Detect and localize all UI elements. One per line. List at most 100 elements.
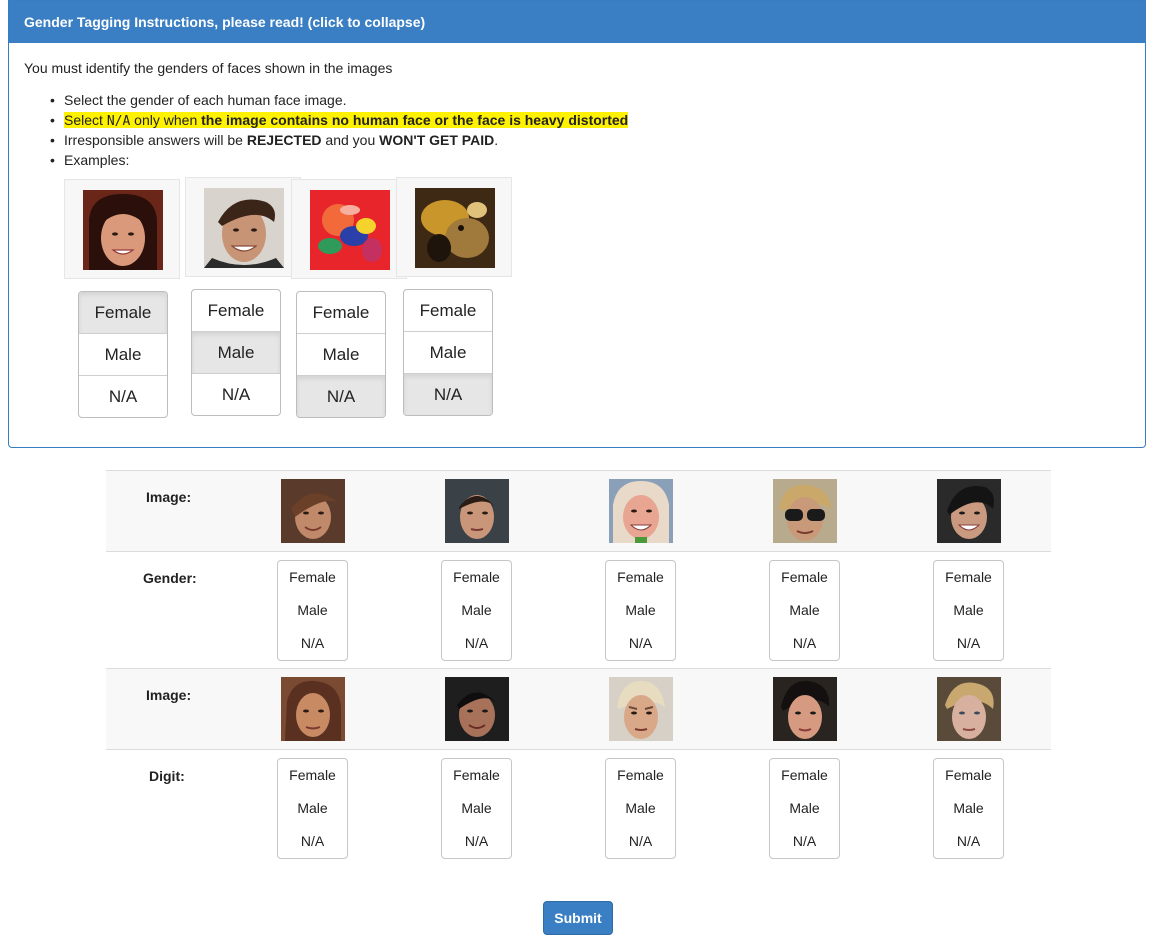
example-3-choices: Female Male N/A — [296, 291, 386, 418]
face-photo-man-smiling — [204, 188, 284, 268]
gender-5-female[interactable]: Female — [934, 561, 1003, 594]
warning-text-e: . — [494, 132, 499, 148]
digit-4-female[interactable]: Female — [770, 759, 839, 792]
example-image-3 — [291, 179, 407, 279]
gender-3-female[interactable]: Female — [606, 561, 675, 594]
digit-5-male[interactable]: Male — [934, 792, 1003, 825]
digit-4-male[interactable]: Male — [770, 792, 839, 825]
digit-3-female[interactable]: Female — [606, 759, 675, 792]
na-code: N/A — [106, 114, 131, 129]
example-4-na[interactable]: N/A — [404, 374, 492, 415]
example-image-4 — [396, 177, 512, 277]
image-row-1 — [106, 470, 1051, 552]
digit-5-na[interactable]: N/A — [934, 825, 1003, 858]
face-thumbnail-4-sunglasses — [773, 479, 837, 543]
gender-1-male[interactable]: Male — [278, 594, 347, 627]
row-label-gender: Gender: — [143, 570, 197, 586]
example-3-na[interactable]: N/A — [297, 376, 385, 417]
example-1-male[interactable]: Male — [79, 334, 167, 376]
instructions-header[interactable]: Gender Tagging Instructions, please read… — [9, 1, 1145, 43]
row-label-digit: Digit: — [149, 768, 185, 784]
digit-1-na[interactable]: N/A — [278, 825, 347, 858]
face-thumbnail-3 — [609, 479, 673, 543]
warning-text-a: Irresponsible answers will be — [64, 132, 247, 148]
digit-choices-3: Female Male N/A — [605, 758, 676, 859]
gender-4-na[interactable]: N/A — [770, 627, 839, 660]
digit-1-female[interactable]: Female — [278, 759, 347, 792]
example-image-2 — [185, 177, 301, 277]
na-rule-text-a: Select — [64, 112, 107, 128]
example-4-choices: Female Male N/A — [403, 289, 493, 416]
example-image-1 — [64, 179, 180, 279]
gender-3-na[interactable]: N/A — [606, 627, 675, 660]
face-thumbnail-9 — [773, 677, 837, 741]
example-1-female[interactable]: Female — [79, 292, 167, 334]
gender-choices-2: Female Male N/A — [441, 560, 512, 661]
instructions-list: Select the gender of each human face ima… — [50, 90, 629, 170]
digit-1-male[interactable]: Male — [278, 792, 347, 825]
digit-3-male[interactable]: Male — [606, 792, 675, 825]
distorted-image-colorful — [310, 190, 390, 270]
digit-5-female[interactable]: Female — [934, 759, 1003, 792]
gender-2-na[interactable]: N/A — [442, 627, 511, 660]
gender-4-male[interactable]: Male — [770, 594, 839, 627]
digit-2-na[interactable]: N/A — [442, 825, 511, 858]
digit-2-male[interactable]: Male — [442, 792, 511, 825]
gender-1-female[interactable]: Female — [278, 561, 347, 594]
instructions-panel: Gender Tagging Instructions, please read… — [8, 0, 1146, 448]
gender-1-na[interactable]: N/A — [278, 627, 347, 660]
na-rule-text-c: the image contains no human face or the … — [201, 112, 629, 128]
face-thumbnail-1 — [281, 479, 345, 543]
warning-wont-get-paid: WON'T GET PAID — [379, 132, 495, 148]
example-1-na[interactable]: N/A — [79, 376, 167, 417]
example-2-na[interactable]: N/A — [192, 374, 280, 415]
instructions-intro: You must identify the genders of faces s… — [24, 60, 393, 76]
gender-4-female[interactable]: Female — [770, 561, 839, 594]
gender-5-male[interactable]: Male — [934, 594, 1003, 627]
example-2-male[interactable]: Male — [192, 332, 280, 374]
gender-choices-3: Female Male N/A — [605, 560, 676, 661]
face-thumbnail-6 — [281, 677, 345, 741]
face-thumbnail-10 — [937, 677, 1001, 741]
example-2-choices: Female Male N/A — [191, 289, 281, 416]
digit-choices-2: Female Male N/A — [441, 758, 512, 859]
gender-choices-4: Female Male N/A — [769, 560, 840, 661]
bullet-select-gender: Select the gender of each human face ima… — [50, 90, 628, 110]
warning-text-c: and you — [321, 132, 380, 148]
image-row-2 — [106, 668, 1051, 750]
na-rule-highlight: Select N/A only when the image contains … — [64, 112, 629, 129]
digit-choices-4: Female Male N/A — [769, 758, 840, 859]
face-thumbnail-5 — [937, 479, 1001, 543]
example-3-male[interactable]: Male — [297, 334, 385, 376]
submit-button[interactable]: Submit — [543, 901, 613, 935]
gender-choices-1: Female Male N/A — [277, 560, 348, 661]
bullet-examples: Examples: — [50, 150, 628, 170]
digit-3-na[interactable]: N/A — [606, 825, 675, 858]
example-2-female[interactable]: Female — [192, 290, 280, 332]
digit-2-female[interactable]: Female — [442, 759, 511, 792]
row-label-image-2: Image: — [146, 687, 192, 703]
digit-choices-5: Female Male N/A — [933, 758, 1004, 859]
row-label-image-1: Image: — [146, 489, 192, 505]
example-3-female[interactable]: Female — [297, 292, 385, 334]
gender-3-male[interactable]: Male — [606, 594, 675, 627]
gender-2-female[interactable]: Female — [442, 561, 511, 594]
example-4-female[interactable]: Female — [404, 290, 492, 332]
digit-4-na[interactable]: N/A — [770, 825, 839, 858]
example-4-male[interactable]: Male — [404, 332, 492, 374]
digit-choices-1: Female Male N/A — [277, 758, 348, 859]
gender-2-male[interactable]: Male — [442, 594, 511, 627]
face-thumbnail-7 — [445, 677, 509, 741]
digit-row — [106, 749, 1051, 867]
gender-row — [106, 551, 1051, 669]
gender-choices-5: Female Male N/A — [933, 560, 1004, 661]
gender-5-na[interactable]: N/A — [934, 627, 1003, 660]
face-thumbnail-2 — [445, 479, 509, 543]
bullet-na-rule: Select N/A only when the image contains … — [50, 110, 629, 130]
face-photo-woman-smiling — [83, 190, 163, 270]
warning-rejected: REJECTED — [246, 132, 322, 148]
distorted-image-animal — [415, 188, 495, 268]
na-rule-text-b: only when — [130, 112, 202, 128]
face-thumbnail-8 — [609, 677, 673, 741]
example-1-choices: Female Male N/A — [78, 291, 168, 418]
